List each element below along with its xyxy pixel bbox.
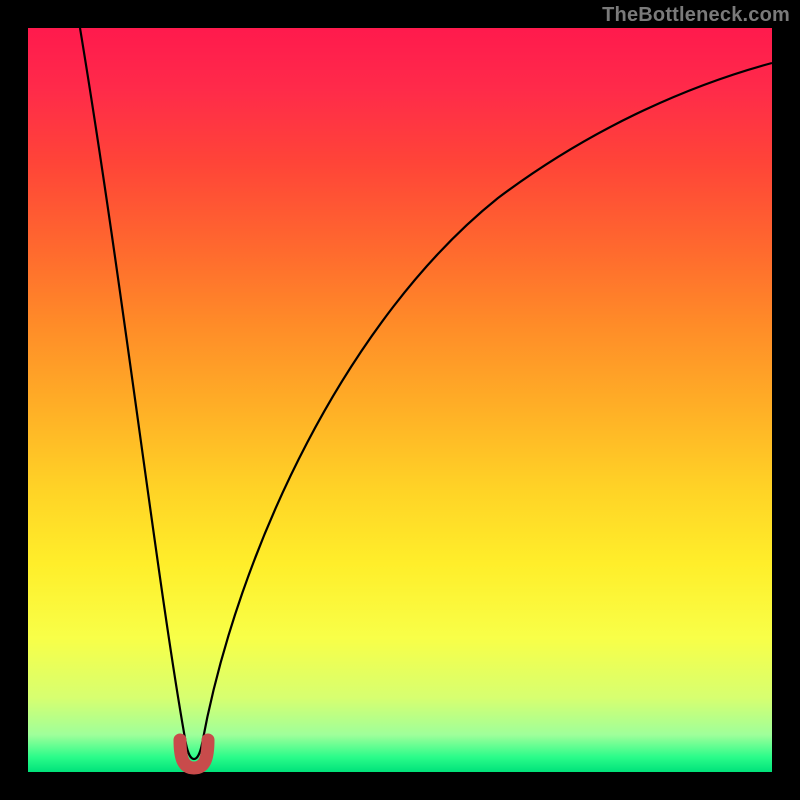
- bottleneck-curve: [80, 28, 772, 759]
- watermark-text: TheBottleneck.com: [602, 4, 790, 27]
- curve-layer: [28, 28, 772, 772]
- gradient-plot-area: [28, 28, 772, 772]
- chart-frame: { "watermark": "TheBottleneck.com", "cha…: [0, 0, 800, 800]
- trough-marker: [180, 740, 208, 768]
